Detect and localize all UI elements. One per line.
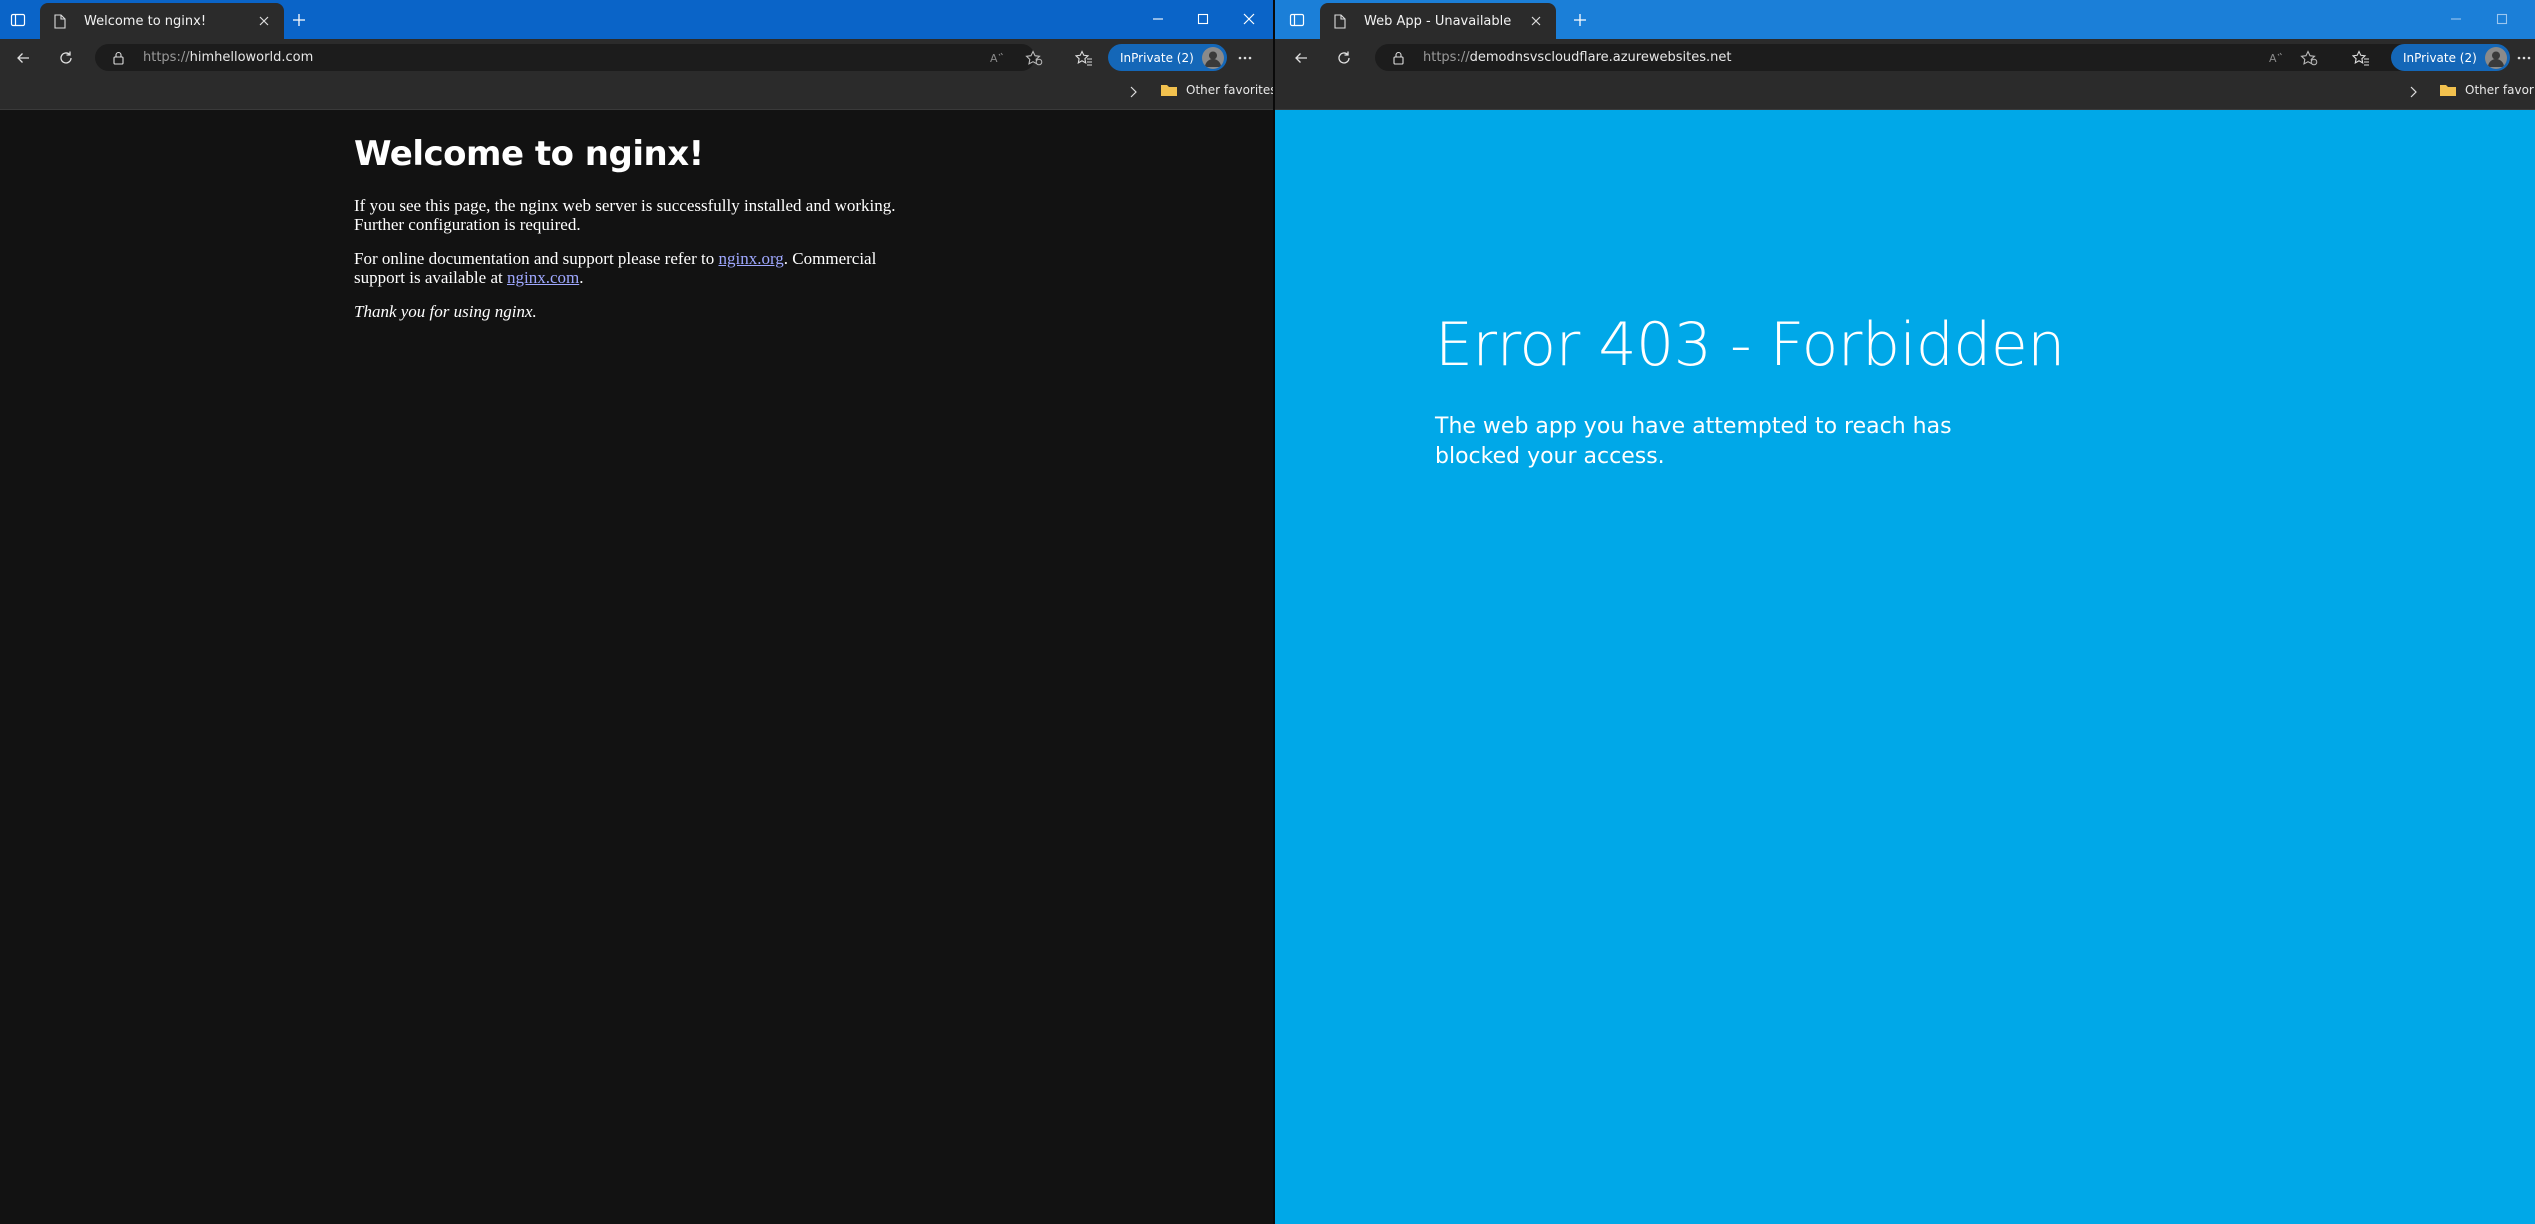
minimize-icon[interactable] bbox=[2436, 4, 2476, 34]
back-icon[interactable] bbox=[1290, 47, 1312, 69]
nginx-org-link[interactable]: nginx.org bbox=[718, 249, 783, 268]
page-heading: Welcome to nginx! bbox=[354, 134, 704, 174]
url-text: https://demodnsvscloudflare.azurewebsite… bbox=[1423, 50, 1732, 65]
page-content: Welcome to nginx! If you see this page, … bbox=[0, 110, 1273, 1224]
toolbar: https://himhelloworld.com A InPrivate (2… bbox=[0, 39, 1273, 76]
folder-icon bbox=[2439, 83, 2457, 97]
plus-icon[interactable] bbox=[1570, 10, 1590, 30]
thanks-paragraph: Thank you for using nginx. bbox=[354, 302, 537, 321]
other-favorites-folder[interactable]: Other favorites bbox=[2439, 83, 2535, 97]
address-bar[interactable]: https://himhelloworld.com bbox=[95, 44, 1035, 71]
lock-icon[interactable] bbox=[113, 50, 127, 66]
tab-title: Web App - Unavailable bbox=[1364, 13, 1512, 29]
close-window-icon[interactable] bbox=[1229, 4, 1269, 34]
intro-paragraph: If you see this page, the nginx web serv… bbox=[354, 196, 896, 234]
read-aloud-icon[interactable]: A bbox=[2265, 47, 2287, 69]
add-favorite-icon[interactable] bbox=[2298, 47, 2320, 69]
inprivate-button[interactable]: InPrivate (2) bbox=[2391, 44, 2510, 71]
profile-icon bbox=[2484, 46, 2507, 69]
favorites-bar: Other favorites bbox=[1275, 76, 2535, 110]
error-description: The web app you have attempted to reach … bbox=[1435, 414, 1952, 469]
favorites-icon[interactable] bbox=[1073, 47, 1095, 69]
tab-active[interactable]: Web App - Unavailable bbox=[1320, 3, 1556, 39]
favorites-bar: Other favorites bbox=[0, 76, 1273, 110]
browser-window-left: Welcome to nginx! https://himhelloworld.… bbox=[0, 0, 1273, 1224]
minimize-icon[interactable] bbox=[1138, 4, 1178, 34]
back-icon[interactable] bbox=[12, 47, 34, 69]
maximize-icon[interactable] bbox=[2482, 4, 2522, 34]
folder-icon bbox=[1160, 83, 1178, 97]
read-aloud-icon[interactable]: A bbox=[986, 47, 1008, 69]
profile-icon bbox=[1201, 46, 1224, 69]
more-icon[interactable] bbox=[1234, 47, 1256, 69]
close-icon[interactable] bbox=[1524, 9, 1548, 33]
tab-active[interactable]: Welcome to nginx! bbox=[40, 3, 284, 39]
title-bar: Web App - Unavailable bbox=[1275, 0, 2535, 39]
tab-title: Welcome to nginx! bbox=[84, 13, 207, 29]
sidebar-toggle-icon[interactable] bbox=[8, 10, 28, 30]
page-icon bbox=[54, 12, 70, 30]
svg-text:A: A bbox=[2269, 52, 2277, 65]
refresh-icon[interactable] bbox=[55, 47, 77, 69]
browser-window-right: Web App - Unavailable https://demodnsvsc… bbox=[1275, 0, 2535, 1224]
docs-paragraph: For online documentation and support ple… bbox=[354, 249, 877, 287]
error-message-block: Error 403 - Forbidden The web app you ha… bbox=[1435, 310, 2135, 472]
svg-text:A: A bbox=[990, 52, 998, 65]
error-heading: Error 403 - Forbidden bbox=[1435, 310, 2065, 380]
add-favorite-icon[interactable] bbox=[1023, 47, 1045, 69]
chevron-right-icon[interactable] bbox=[1125, 84, 1141, 100]
other-favorites-label: Other favorites bbox=[1186, 83, 1273, 97]
sidebar-toggle-icon[interactable] bbox=[1287, 10, 1307, 30]
title-bar: Welcome to nginx! bbox=[0, 0, 1273, 39]
refresh-icon[interactable] bbox=[1333, 47, 1355, 69]
inprivate-button[interactable]: InPrivate (2) bbox=[1108, 44, 1227, 71]
chevron-right-icon[interactable] bbox=[2405, 84, 2421, 100]
favorites-icon[interactable] bbox=[2350, 47, 2372, 69]
toolbar: https://demodnsvscloudflare.azurewebsite… bbox=[1275, 39, 2535, 76]
maximize-icon[interactable] bbox=[1183, 4, 1223, 34]
nginx-com-link[interactable]: nginx.com bbox=[507, 268, 579, 287]
inprivate-label: InPrivate (2) bbox=[2403, 50, 2477, 65]
other-favorites-label: Other favorites bbox=[2465, 83, 2535, 97]
page-icon bbox=[1334, 12, 1350, 30]
inprivate-label: InPrivate (2) bbox=[1120, 50, 1194, 65]
more-icon[interactable] bbox=[2513, 47, 2535, 69]
lock-icon[interactable] bbox=[1393, 50, 1407, 66]
url-text: https://himhelloworld.com bbox=[143, 50, 314, 65]
page-content: Error 403 - Forbidden The web app you ha… bbox=[1275, 110, 2535, 1224]
nginx-welcome: Welcome to nginx! If you see this page, … bbox=[354, 134, 914, 336]
other-favorites-folder[interactable]: Other favorites bbox=[1160, 83, 1273, 97]
plus-icon[interactable] bbox=[289, 10, 309, 30]
close-icon[interactable] bbox=[252, 9, 276, 33]
